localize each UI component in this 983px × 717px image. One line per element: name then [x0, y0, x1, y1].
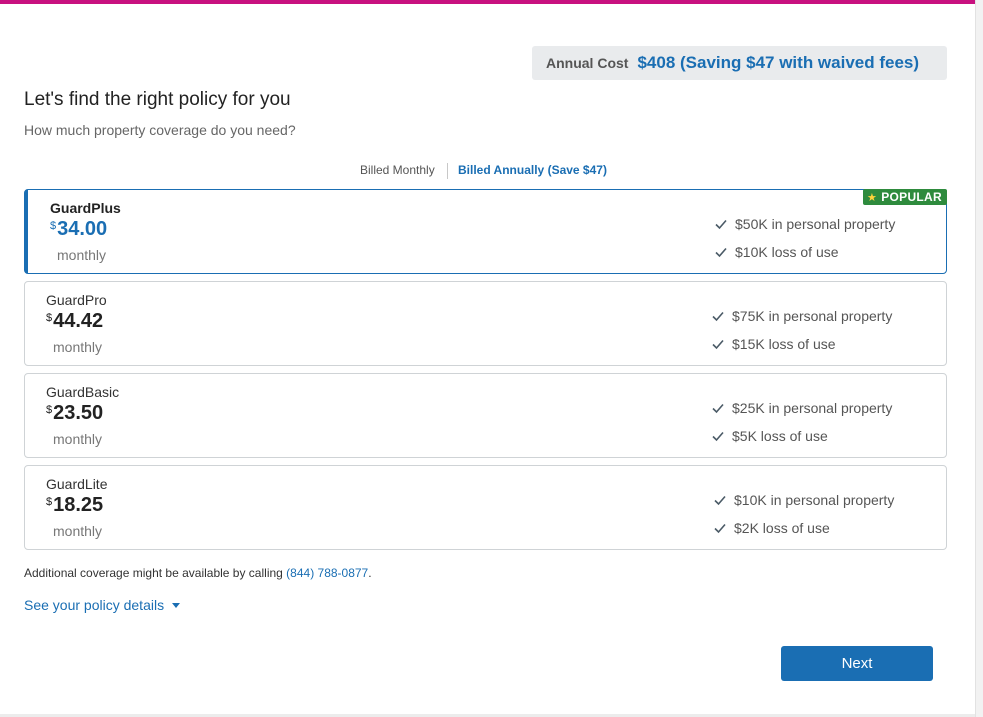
annual-cost-value: $408 (Saving $47 with waived fees): [637, 53, 920, 72]
plan-feature: $5K loss of use: [710, 428, 828, 444]
plan-card-guardplus[interactable]: ★ POPULAR GuardPlus $34.00 monthly $50K i…: [24, 189, 947, 274]
plan-feature-text: $25K in personal property: [732, 400, 893, 416]
policy-details-label[interactable]: See your policy details: [24, 597, 164, 613]
plan-period: monthly: [53, 431, 103, 447]
plan-feature-text: $10K in personal property: [734, 492, 895, 508]
plan-price-value: 34.00: [57, 218, 108, 240]
plan-feature: $75K in personal property: [710, 308, 892, 324]
plan-feature: $50K in personal property: [713, 216, 895, 232]
plan-card-guardlite[interactable]: GuardLite $18.25 monthly $10K in persona…: [24, 465, 947, 550]
plan-feature-text: $75K in personal property: [732, 308, 893, 324]
billed-monthly-option[interactable]: Billed Monthly: [360, 163, 435, 177]
plan-feature: $10K loss of use: [713, 244, 839, 260]
currency-symbol: $: [46, 404, 53, 416]
plan-name: GuardPlus: [50, 200, 121, 216]
check-icon: [714, 495, 726, 506]
plan-feature: $25K in personal property: [710, 400, 892, 416]
billed-annually-option[interactable]: Billed Annually (Save $47): [458, 163, 607, 177]
plan-period: monthly: [53, 339, 103, 355]
plan-feature-text: $10K loss of use: [735, 244, 839, 260]
annual-cost-label: Annual Cost: [546, 55, 629, 71]
billing-divider: [447, 163, 448, 179]
check-icon: [712, 339, 724, 350]
plan-feature-text: $2K loss of use: [734, 520, 830, 536]
check-icon: [714, 523, 726, 534]
window-edge: [975, 0, 983, 717]
plan-price-value: 44.42: [53, 310, 104, 332]
popular-badge: ★ POPULAR: [863, 189, 947, 205]
currency-symbol: $: [50, 220, 57, 232]
caret-down-icon: [172, 603, 181, 608]
page-title: Let's find the right policy for you: [24, 89, 291, 110]
annual-cost-banner: Annual Cost $408 (Saving $47 with waived…: [532, 46, 947, 80]
plan-price: $18.25: [46, 494, 103, 517]
plan-feature: $10K in personal property: [712, 492, 894, 508]
plan-card-guardbasic[interactable]: GuardBasic $23.50 monthly $25K in person…: [24, 373, 947, 458]
plan-price: $44.42: [46, 310, 103, 333]
coverage-note-end: .: [368, 566, 372, 580]
page-subtitle: How much property coverage do you need?: [24, 122, 296, 138]
check-icon: [712, 311, 724, 322]
plan-feature-text: $5K loss of use: [732, 428, 828, 444]
plan-feature: $15K loss of use: [710, 336, 836, 352]
check-icon: [715, 247, 727, 258]
plan-period: monthly: [57, 247, 107, 263]
coverage-note-text: Additional coverage might be available b…: [24, 566, 283, 580]
brand-top-bar: [0, 0, 975, 4]
plan-feature-text: $15K loss of use: [732, 336, 836, 352]
plan-period: monthly: [53, 523, 103, 539]
plan-price: $23.50: [46, 402, 103, 425]
policy-details-toggle[interactable]: See your policy details: [24, 597, 181, 613]
plan-name: GuardLite: [46, 476, 108, 492]
plan-name: GuardPro: [46, 292, 107, 308]
popular-badge-label: POPULAR: [881, 190, 942, 204]
plan-price: $34.00: [50, 218, 107, 241]
check-icon: [712, 403, 724, 414]
check-icon: [715, 219, 727, 230]
plan-price-value: 18.25: [53, 494, 104, 516]
star-icon: ★: [867, 191, 878, 204]
plan-feature: $2K loss of use: [712, 520, 830, 536]
plan-feature-text: $50K in personal property: [735, 216, 896, 232]
plan-card-guardpro[interactable]: GuardPro $44.42 monthly $75K in personal…: [24, 281, 947, 366]
next-button[interactable]: Next: [781, 646, 933, 681]
currency-symbol: $: [46, 496, 53, 508]
phone-link[interactable]: (844) 788-0877: [286, 566, 368, 580]
check-icon: [712, 431, 724, 442]
plan-name: GuardBasic: [46, 384, 120, 400]
coverage-note: Additional coverage might be available b…: [24, 566, 372, 580]
currency-symbol: $: [46, 312, 53, 324]
plan-price-value: 23.50: [53, 402, 104, 424]
